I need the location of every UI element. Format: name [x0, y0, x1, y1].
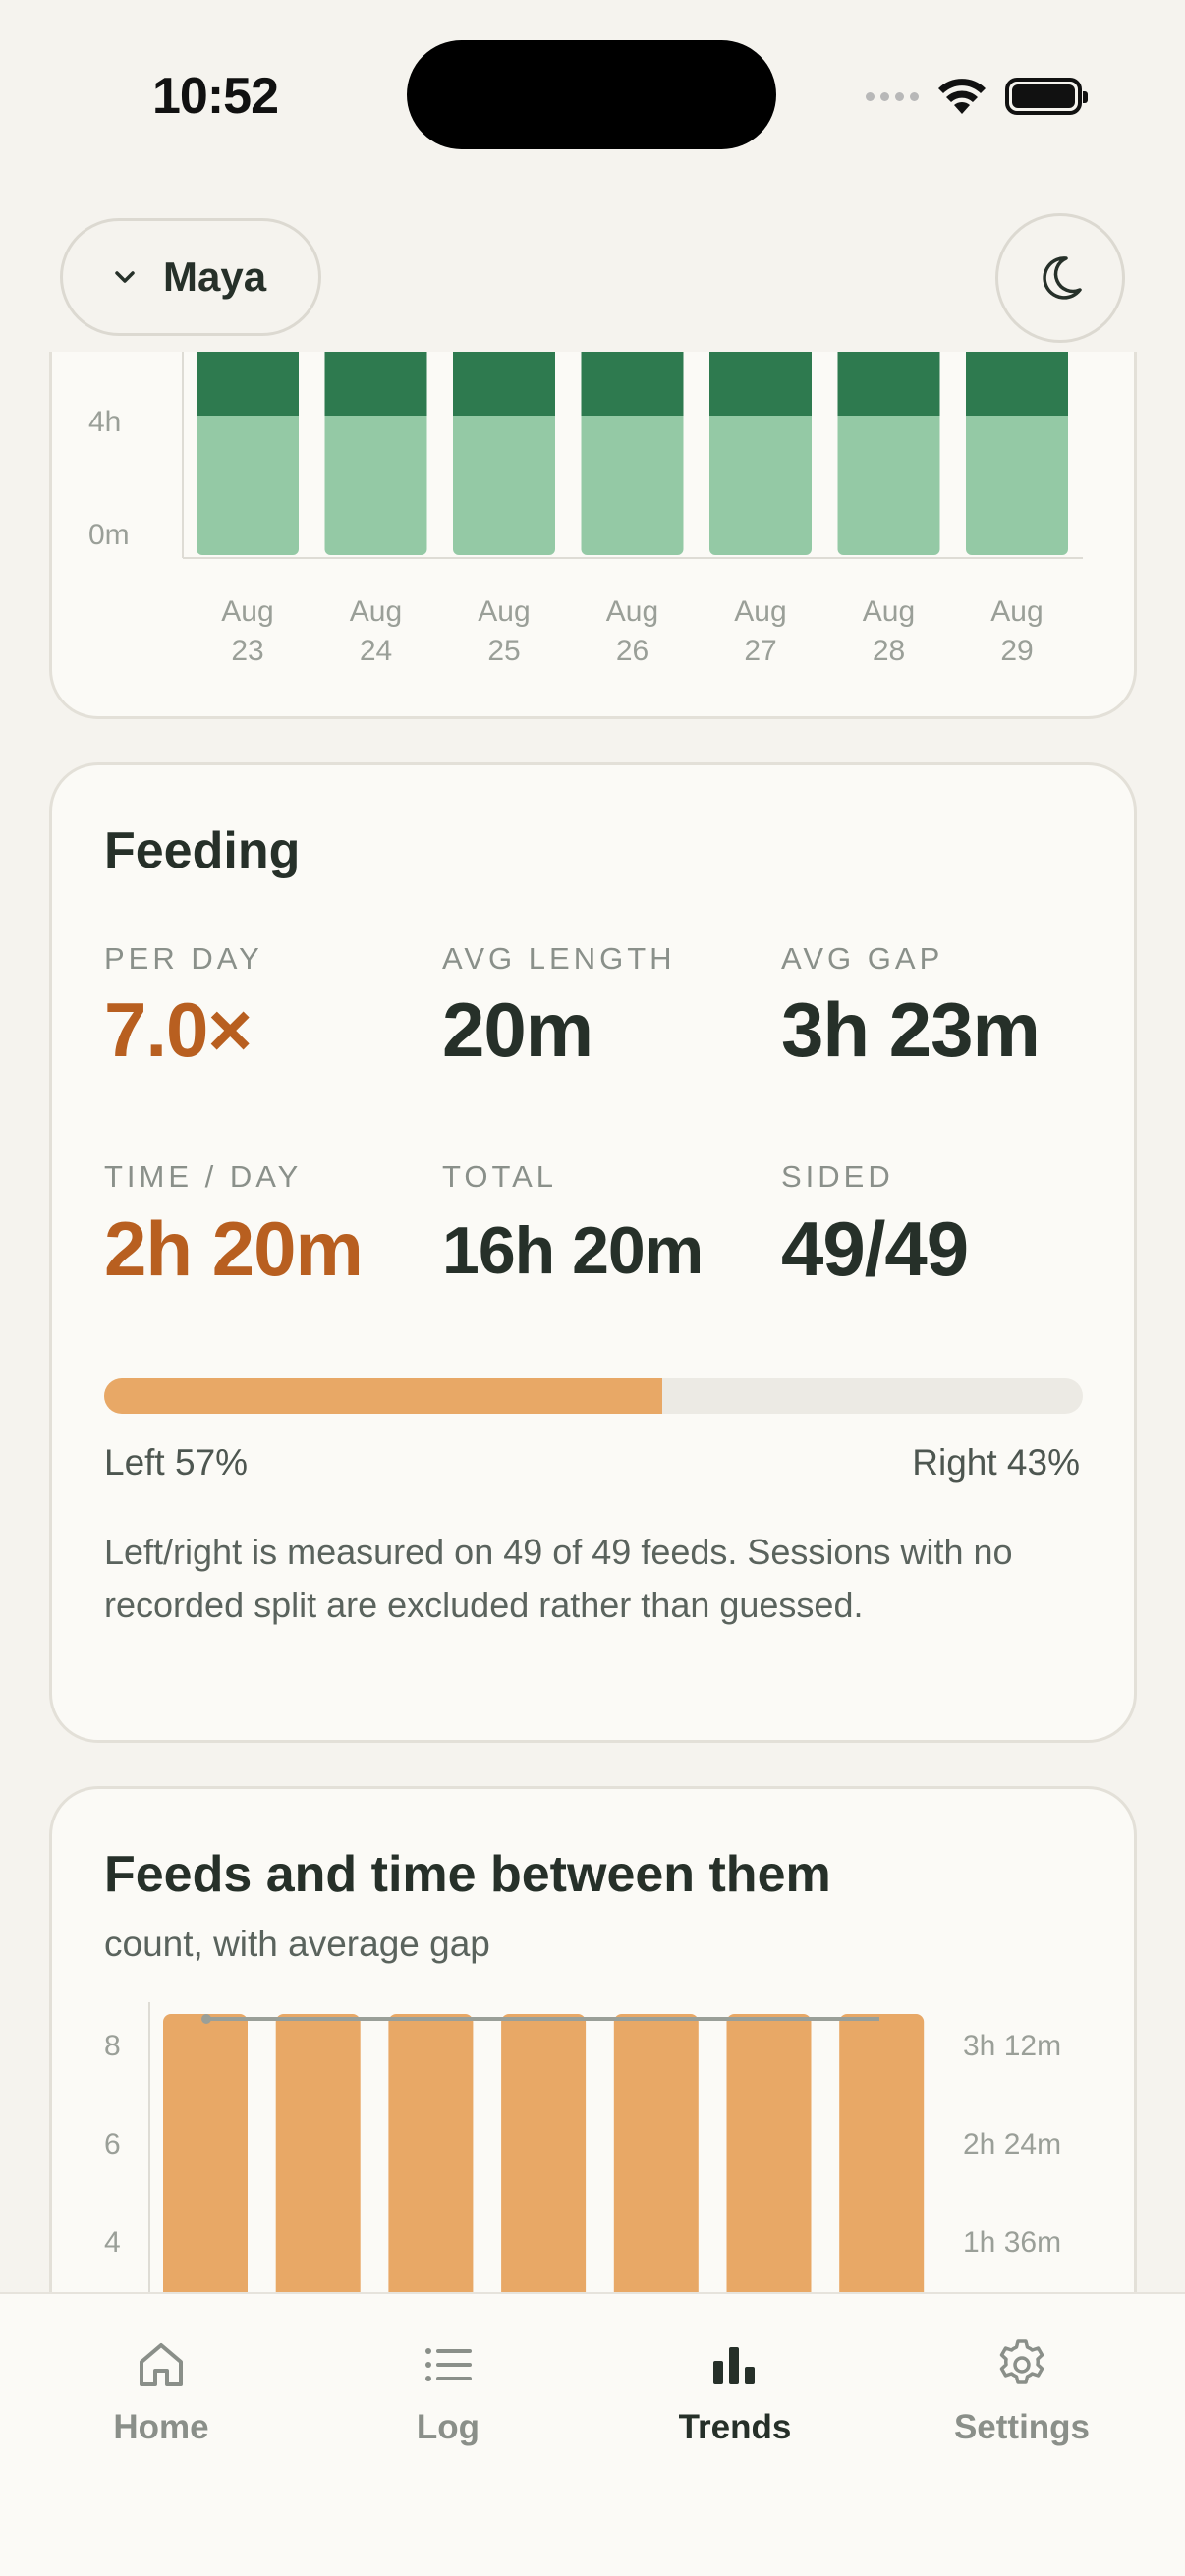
tab-trends-label: Trends — [678, 2408, 792, 2446]
sleep-y-tick: 0m — [88, 519, 130, 551]
sleep-bar-dark — [453, 352, 555, 416]
sleep-x-day: 25 — [487, 635, 521, 667]
feed-count-bar — [839, 2014, 925, 2292]
left-side-fill — [104, 1378, 662, 1414]
stat-total-label: TOTAL — [442, 1159, 558, 1194]
sleep-x-month: Aug — [349, 595, 403, 628]
sleep-x-label: Aug 25 — [455, 592, 553, 671]
signal-icon — [866, 91, 919, 101]
feed-count-bar — [501, 2014, 587, 2292]
sleep-x-month: Aug — [734, 595, 787, 628]
moon-icon — [1043, 256, 1082, 300]
stat-avg-gap-label: AVG GAP — [781, 941, 944, 976]
stat-per-day-value: 7.0× — [104, 986, 253, 1073]
sleep-x-day: 28 — [872, 635, 906, 667]
stat-total-value: 16h 20m — [442, 1213, 704, 1288]
sleep-x-label: Aug 23 — [198, 592, 297, 671]
feed-count-bar — [613, 2014, 699, 2292]
sleep-bar-dark — [324, 352, 427, 416]
dynamic-island — [407, 40, 776, 149]
feed-count-bar — [388, 2014, 474, 2292]
feeds-left-tick: 8 — [104, 2030, 121, 2062]
house-icon — [140, 2343, 183, 2386]
sleep-x-label: Aug 24 — [327, 592, 425, 671]
battery-icon — [1005, 78, 1088, 115]
side-split-bar — [104, 1378, 1083, 1414]
sleep-x-day: 29 — [1000, 635, 1034, 667]
feeds-left-tick: 6 — [104, 2128, 121, 2160]
tab-home[interactable]: Home — [63, 2335, 259, 2447]
left-percent: Left 57% — [104, 1442, 249, 1483]
list-icon — [425, 2348, 472, 2381]
child-name: Maya — [163, 253, 267, 300]
sleep-y-tick: 4h — [88, 406, 122, 438]
stat-time-per-day-value: 2h 20m — [104, 1205, 364, 1292]
child-selector-button[interactable]: Maya — [60, 218, 321, 336]
feed-count-bar — [726, 2014, 812, 2292]
stat-avg-length-label: AVG LENGTH — [442, 941, 676, 976]
feeds-left-tick: 4 — [104, 2226, 121, 2259]
sleep-chart-card: 4h 0m Aug 23 Aug 24 Aug 25 Aug 26 Aug 27 Aug 28 Aug 2… — [49, 352, 1137, 719]
sleep-x-month: Aug — [990, 595, 1044, 628]
stat-per-day-label: PER DAY — [104, 941, 263, 976]
sleep-x-month: Aug — [605, 595, 659, 628]
sleep-x-day: 23 — [231, 635, 264, 667]
sleep-x-label: Aug 29 — [968, 592, 1066, 671]
feeds-chart-title: Feeds and time between them — [104, 1846, 831, 1903]
sleep-x-day: 26 — [615, 635, 649, 667]
chevron-down-icon — [115, 271, 135, 283]
stat-avg-length-value: 20m — [442, 986, 593, 1073]
stat-sided-value: 49/49 — [781, 1205, 969, 1292]
sleep-bar-dark — [581, 352, 684, 416]
sleep-bar-dark — [197, 352, 299, 416]
feeds-right-tick: 3h 12m — [963, 2030, 1062, 2062]
sleep-x-label: Aug 27 — [711, 592, 810, 671]
feeds-chart-subtitle: count, with average gap — [104, 1924, 490, 1964]
tab-settings[interactable]: Settings — [924, 2335, 1120, 2447]
status-icons — [866, 71, 1088, 122]
stat-avg-gap-value: 3h 23m — [781, 986, 1041, 1073]
feeds-right-tick: 1h 36m — [963, 2226, 1062, 2259]
avg-gap-point — [201, 2014, 211, 2024]
sleep-x-month: Aug — [862, 595, 916, 628]
tab-bar: Home Log Trends Settings — [0, 2292, 1185, 2576]
tab-home-label: Home — [113, 2408, 209, 2446]
sleep-x-month: Aug — [221, 595, 274, 628]
side-split-note: Left/right is measured on 49 of 49 feeds… — [104, 1532, 1013, 1625]
status-time: 10:52 — [152, 68, 279, 125]
sleep-x-day: 27 — [744, 635, 777, 667]
sleep-x-label: Aug 26 — [584, 592, 682, 671]
feed-count-bar — [163, 2014, 248, 2292]
bar-chart-icon — [713, 2347, 755, 2384]
trends-scroll-area[interactable]: 4h 0m Aug 23 Aug 24 Aug 25 Aug 26 Aug 27 Aug 28 Aug 2… — [0, 352, 1185, 2292]
sleep-x-day: 24 — [359, 635, 393, 667]
feeding-title: Feeding — [104, 822, 301, 879]
sleep-bar-dark — [837, 352, 940, 416]
tab-log[interactable]: Log — [350, 2335, 546, 2447]
feed-count-bar — [275, 2014, 361, 2292]
gear-icon — [999, 2339, 1044, 2384]
sleep-bar-dark — [709, 352, 812, 416]
sleep-x-month: Aug — [478, 595, 531, 628]
night-mode-button[interactable] — [995, 213, 1125, 343]
sleep-bar-dark — [966, 352, 1068, 416]
feeds-right-tick: 2h 24m — [963, 2128, 1062, 2160]
tab-log-label: Log — [416, 2408, 480, 2446]
stat-sided-label: SIDED — [781, 1159, 894, 1194]
stat-time-per-day-label: TIME / DAY — [104, 1159, 303, 1194]
tab-trends[interactable]: Trends — [637, 2335, 833, 2447]
tab-settings-label: Settings — [953, 2408, 1091, 2446]
wifi-icon — [938, 79, 986, 114]
right-percent: Right 43% — [912, 1442, 1080, 1483]
sleep-x-label: Aug 28 — [840, 592, 938, 671]
